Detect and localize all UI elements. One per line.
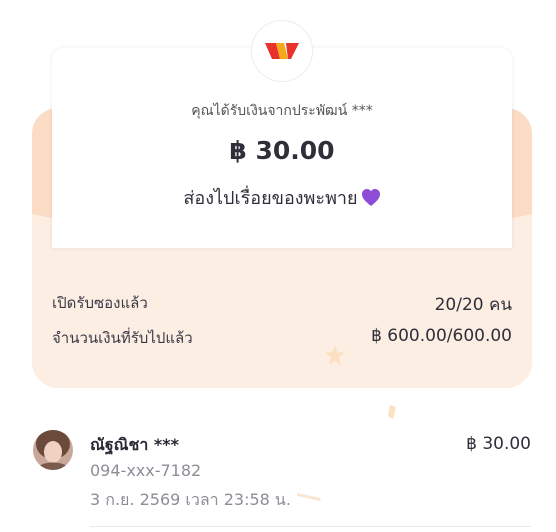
opened-count-label: เปิดรับซองแล้ว xyxy=(52,294,148,312)
confetti-decoration-icon xyxy=(388,405,396,419)
purple-heart-icon xyxy=(361,189,380,206)
recipient-phone: 094-xxx-7182 xyxy=(90,461,202,480)
wallet-logo xyxy=(251,20,313,82)
recipient-name: ณัฐณิชา *** xyxy=(90,435,180,454)
recipient-amount: ฿ 30.00 xyxy=(466,434,531,454)
envelope-message-text: ส่องไปเรื่อยของพะพาย xyxy=(183,188,358,209)
received-amount: ฿ 30.00 xyxy=(229,136,335,165)
received-total-label: จำนวนเงินที่รับไปแล้ว xyxy=(52,329,193,347)
received-total-value: ฿ 600.00/600.00 xyxy=(371,326,512,346)
sender-text: คุณได้รับเงินจากประพัฒน์ *** xyxy=(191,103,373,119)
list-divider xyxy=(90,526,531,527)
avatar-photo-icon xyxy=(33,430,73,470)
opened-count-value: 20/20 คน xyxy=(434,295,512,315)
recipient-datetime: 3 ก.ย. 2569 เวลา 23:58 น. xyxy=(90,490,291,509)
wallet-w-logo-icon xyxy=(265,43,299,59)
recipient-avatar xyxy=(33,430,73,470)
confetti-decoration-icon xyxy=(297,493,321,501)
envelope-message: ส่องไปเรื่อยของพะพาย xyxy=(52,183,512,212)
star-decoration-icon xyxy=(325,345,345,365)
